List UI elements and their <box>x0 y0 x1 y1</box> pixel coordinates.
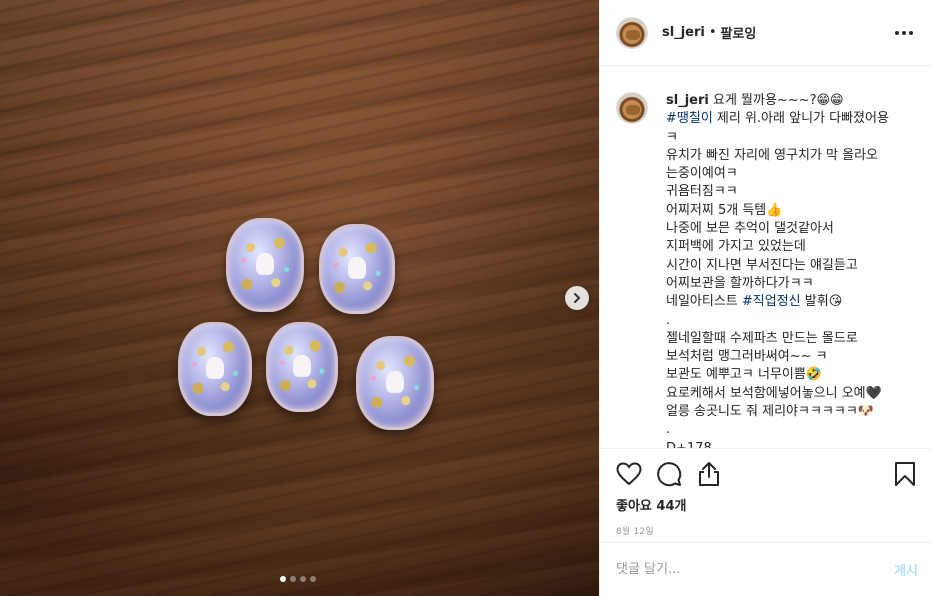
comments-area[interactable]: sl_jeri 요게 뭘까용~~~?😁😁 #땡칠이 제리 위.아래 앞니가 다빠… <box>600 66 933 448</box>
avatar[interactable] <box>616 16 648 49</box>
bookmark-icon <box>895 462 915 486</box>
carousel-dot <box>300 576 306 582</box>
comment-bubble-icon <box>657 462 682 487</box>
hashtag-link[interactable]: #땡칠이 <box>666 111 713 126</box>
resin-gem <box>319 224 395 314</box>
caption-line-text: 요게 뭘까용~~~?😁😁 <box>712 93 844 108</box>
action-icons <box>600 449 933 489</box>
carousel-next-button[interactable] <box>565 286 589 310</box>
header-separator: • <box>708 25 717 40</box>
caption-line: 지퍼백에 가지고 있었는데 <box>666 239 806 255</box>
caption-line: 나중에 보믄 추억이 댈것같아서 <box>666 221 834 237</box>
caption-row: sl_jeri 요게 뭘까용~~~?😁😁 #땡칠이 제리 위.아래 앞니가 다빠… <box>616 92 918 448</box>
carousel-dots <box>280 576 316 582</box>
caption-line: 어찌보관을 할까하다가ㅋㅋ <box>666 275 814 291</box>
add-comment-bar: 게시 <box>600 542 933 596</box>
caption-text: sl_jeri 요게 뭘까용~~~?😁😁 #땡칠이 제리 위.아래 앞니가 다빠… <box>666 92 916 448</box>
resin-gem <box>266 322 338 412</box>
caption-line: D+178 <box>666 440 916 448</box>
carousel-dot <box>290 576 296 582</box>
more-options-button[interactable] <box>891 27 917 39</box>
caption-line: 유치가 빠진 자리에 영구치가 막 올라오 <box>666 147 879 163</box>
following-button[interactable]: 팔로잉 <box>721 23 757 42</box>
hashtag-link[interactable]: #직업정신 <box>742 294 801 309</box>
action-bar: 좋아요 44개 8월 12일 <box>600 448 933 542</box>
caption-line: . <box>666 312 671 328</box>
share-button[interactable] <box>694 459 724 489</box>
caption-line: 귀욤터짐ㅋㅋ <box>666 184 738 200</box>
post-comment-button[interactable]: 게시 <box>894 560 918 579</box>
caption-line: 는중이예여ㅋ <box>666 166 738 182</box>
comment-input[interactable] <box>616 562 895 577</box>
post-side-panel: sl_jeri • 팔로잉 sl_jeri 요게 뭘까용~~~?😁😁 #땡칠이 … <box>599 0 933 596</box>
caption-line: 요로케해서 보석함에넣어놓으니 오예🖤 <box>666 385 882 401</box>
caption-line: 보석처럼 맹그러바써여~~ ㅋ <box>666 349 828 365</box>
caption-line: . <box>666 422 671 438</box>
save-button[interactable] <box>890 459 920 489</box>
comment-button[interactable] <box>654 459 684 489</box>
caption-line: 얼릉 송곳니도 줘 제리야ㅋㅋㅋㅋㅋ🐶 <box>666 404 874 420</box>
ellipsis-icon <box>895 30 899 35</box>
chevron-right-icon <box>574 293 581 303</box>
carousel-dot <box>280 576 286 582</box>
caption-line: 젤네일할때 수제파츠 만드는 몰드로 <box>666 330 858 346</box>
caption-line: 네일아티스트 #직업정신 발휘😘 <box>666 294 843 310</box>
share-icon <box>699 462 719 486</box>
resin-gem <box>226 218 304 312</box>
post-date: 8월 12일 <box>616 527 654 537</box>
caption-line: sl_jeri 요게 뭘까용~~~?😁😁 <box>666 92 916 110</box>
likes-count[interactable]: 좋아요 44개 <box>600 489 933 514</box>
avatar[interactable] <box>616 92 648 124</box>
resin-gem <box>356 336 434 430</box>
like-button[interactable] <box>614 459 644 489</box>
caption-line: 시간이 지나면 부서진다는 얘길듣고 <box>666 257 858 273</box>
caption-line: 어찌저찌 5개 득템👍 <box>666 202 783 218</box>
caption-line: ㅋ <box>666 129 678 145</box>
post-photo[interactable] <box>0 0 599 596</box>
caption-line: 보관도 예뿌고ㅋ 너무이쁨🤣 <box>666 367 823 383</box>
header-username[interactable]: sl_jeri <box>662 25 705 40</box>
heart-icon <box>616 462 642 486</box>
carousel-dot <box>310 576 316 582</box>
post-header: sl_jeri • 팔로잉 <box>600 0 933 66</box>
resin-gem <box>178 322 252 416</box>
caption-line: #땡칠이 제리 위.아래 앞니가 다빠졌어용 <box>666 111 889 127</box>
caption-username[interactable]: sl_jeri <box>666 93 709 108</box>
